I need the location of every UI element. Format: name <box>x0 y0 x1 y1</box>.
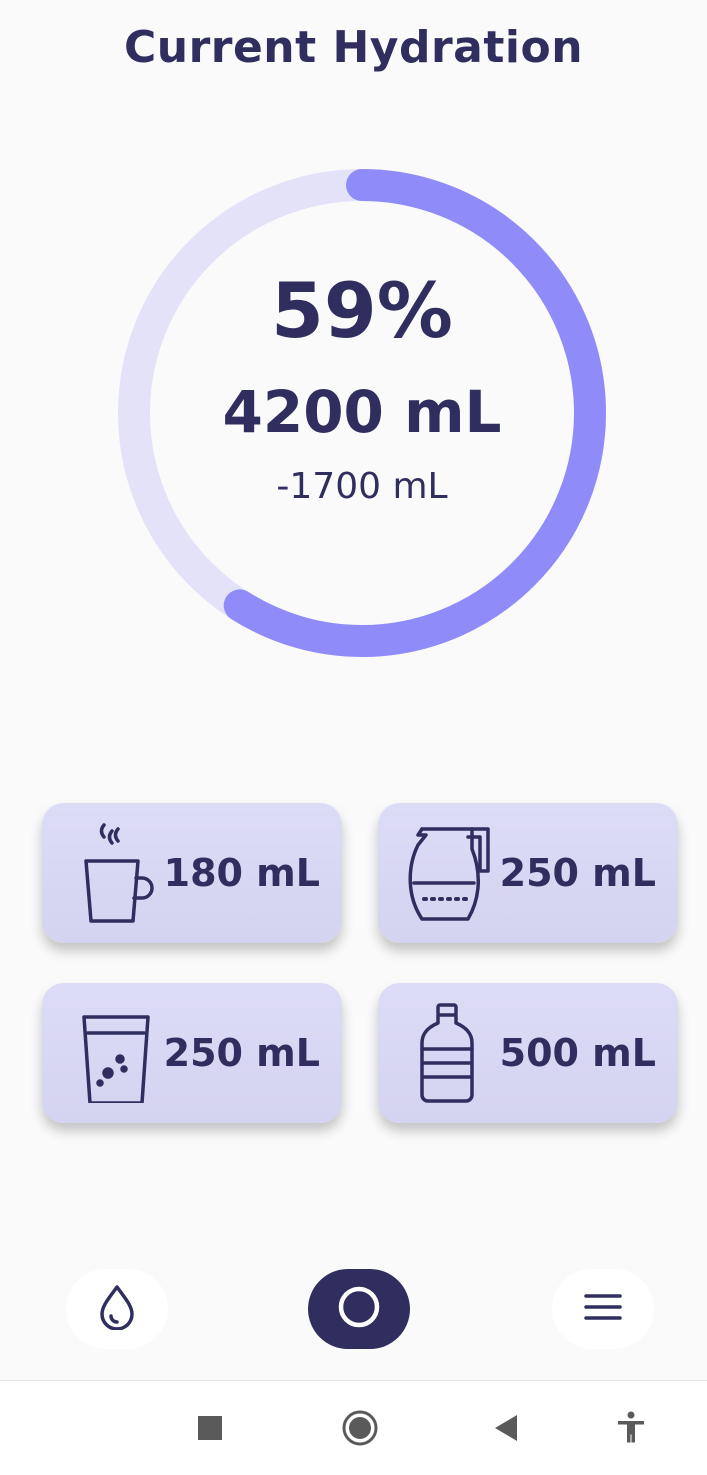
water-glass-icon <box>80 1003 160 1105</box>
menu-icon <box>583 1292 623 1326</box>
drink-amount-label: 180 mL <box>163 851 320 895</box>
add-bottle-button[interactable]: 500 mL <box>378 983 678 1123</box>
add-pitcher-button[interactable]: 250 mL <box>378 803 678 943</box>
water-drop-icon <box>97 1284 137 1334</box>
circle-icon <box>337 1285 381 1333</box>
hydration-percent: 59% <box>271 266 453 355</box>
add-glass-button[interactable]: 250 mL <box>42 983 342 1123</box>
hydration-amount: 4200 mL <box>222 378 502 446</box>
pitcher-icon <box>408 821 494 921</box>
drink-amount-label: 250 mL <box>163 1031 320 1075</box>
drink-amount-label: 500 mL <box>499 1031 656 1075</box>
drink-amount-label: 250 mL <box>499 851 656 895</box>
coffee-mug-icon <box>78 823 158 923</box>
page-title: Current Hydration <box>123 22 584 73</box>
nav-menu-button[interactable] <box>552 1269 654 1349</box>
hydration-screen: Current Hydration 59% 4200 mL -1700 mL 1… <box>0 0 707 1475</box>
add-coffee-button[interactable]: 180 mL <box>42 803 342 943</box>
nav-home-button[interactable] <box>308 1269 410 1349</box>
accessibility-icon[interactable] <box>606 1403 656 1453</box>
back-triangle-icon[interactable] <box>481 1403 531 1453</box>
square-icon[interactable] <box>185 1403 235 1453</box>
hydration-progress-ring: 59% 4200 mL -1700 mL <box>118 168 606 658</box>
home-circle-icon[interactable] <box>335 1403 385 1453</box>
water-bottle-icon <box>418 1001 478 1105</box>
hydration-remaining: -1700 mL <box>276 466 448 507</box>
nav-hydration-button[interactable] <box>66 1269 168 1349</box>
system-navigation-bar <box>0 1380 707 1475</box>
